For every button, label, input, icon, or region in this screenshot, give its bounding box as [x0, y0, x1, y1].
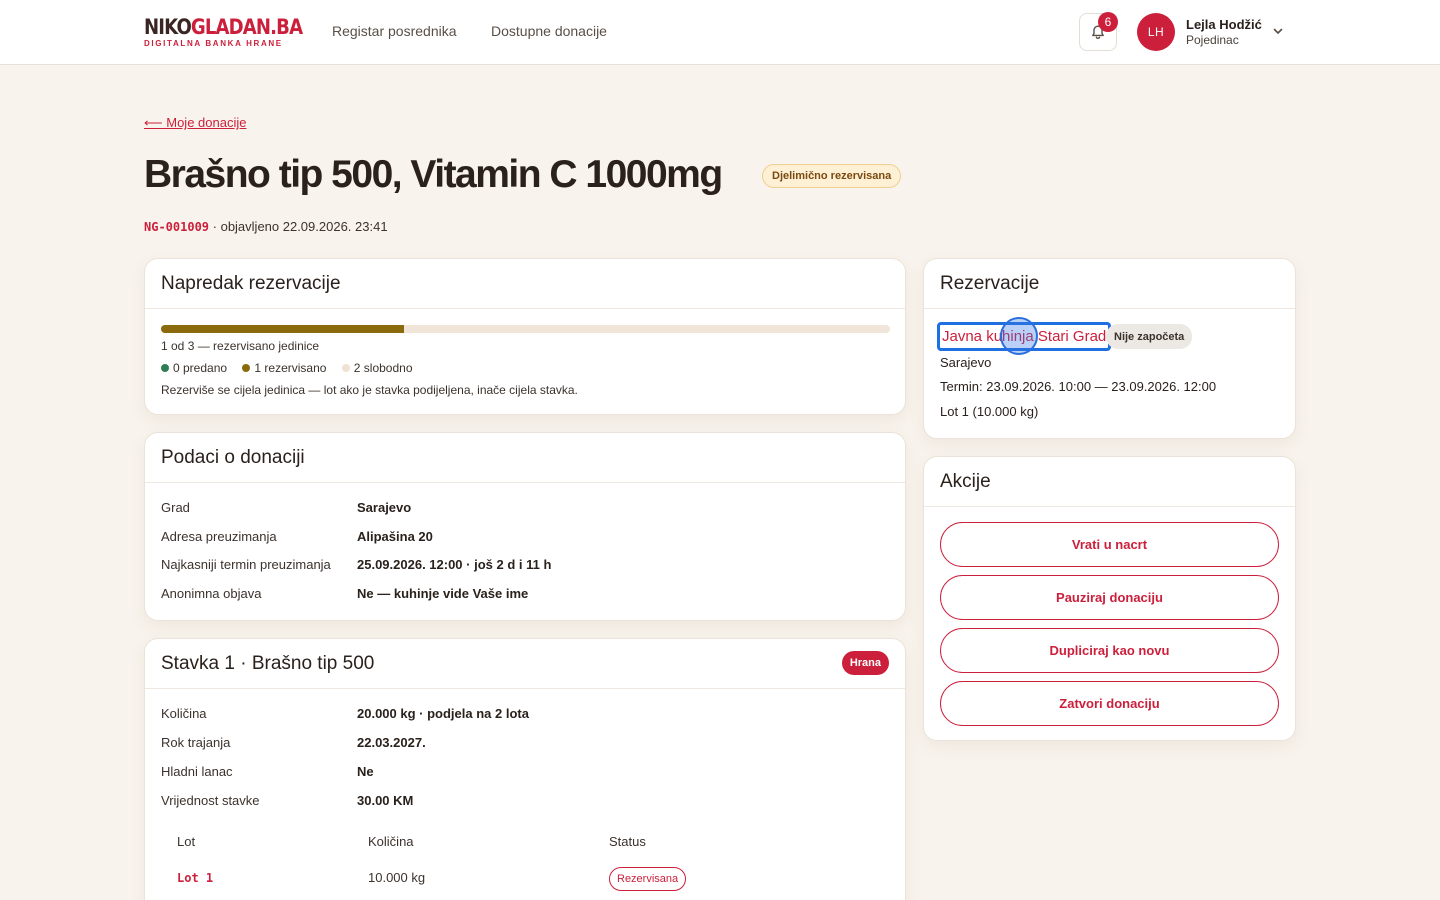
- actions-heading: Akcije: [924, 457, 1295, 507]
- chevron-down-icon[interactable]: [1272, 25, 1284, 37]
- detail-label: Anonimna objava: [161, 586, 262, 601]
- lot-status-badge: Rezervisana: [609, 867, 687, 891]
- donation-code: NG-001009: [144, 220, 210, 234]
- lot-quantity: 10.000 kg: [368, 870, 426, 885]
- legend-item: 1 rezervisano: [242, 361, 326, 375]
- reservation-progress-bar: [161, 325, 890, 333]
- actions-card: Akcije Vrati u nacrt Pauziraj donaciju D…: [923, 456, 1296, 741]
- back-link[interactable]: ⟵ Moje donacije: [144, 115, 246, 131]
- reservation-city: Sarajevo: [940, 355, 992, 370]
- detail-label: Najkasniji termin preuzimanja: [161, 557, 331, 572]
- reservation-progress-fill: [161, 325, 404, 333]
- logo[interactable]: NIKOGLADAN.BA DIGITALNA BANKA HRANE: [144, 15, 328, 49]
- category-badge: Hrana: [841, 651, 889, 675]
- legend-item: 2 slobodno: [341, 361, 413, 375]
- detail-value: Sarajevo: [357, 500, 412, 515]
- detail-label: Adresa preuzimanja: [161, 529, 277, 544]
- progress-legend: 0 predano 1 rezervisano 2 slobodno: [161, 361, 413, 375]
- detail-value: Alipašina 20: [357, 529, 433, 544]
- item-label: Hladni lanac: [161, 764, 233, 779]
- item-value: 22.03.2027.: [357, 735, 426, 750]
- reservation-state-badge: Nije započeta: [1106, 324, 1193, 349]
- donation-meta: NG-001009 · objavljeno 22.09.2026. 23:41: [144, 219, 388, 234]
- item-card: Stavka 1 · Brašno tip 500 Hrana Količina…: [144, 638, 906, 900]
- item-value: Ne: [357, 764, 374, 779]
- item-heading: Stavka 1 · Brašno tip 500: [145, 639, 905, 689]
- item-label: Vrijednost stavke: [161, 793, 260, 808]
- lot-code: Lot 1: [177, 871, 214, 885]
- user-role: Pojedinac: [1186, 33, 1239, 47]
- published-date: · objavljeno 22.09.2026. 23:41: [209, 219, 388, 234]
- progress-heading: Napredak rezervacije: [145, 259, 905, 309]
- progress-card: Napredak rezervacije 1 od 3 — rezervisan…: [144, 258, 906, 415]
- donation-details-card: Podaci o donaciji Grad Sarajevo Adresa p…: [144, 432, 906, 621]
- progress-note: Rezerviše se cijela jedinica — lot ako j…: [161, 383, 578, 397]
- close-donation-button[interactable]: Zatvori donaciju: [940, 681, 1279, 726]
- legend-item: 0 predano: [161, 361, 227, 375]
- quantity-column-header: Količina: [368, 834, 414, 849]
- duplicate-donation-button[interactable]: Dupliciraj kao novu: [940, 628, 1279, 673]
- legend-dot-slobodno: [341, 364, 350, 372]
- status-badge: Djelimično rezervisana: [762, 164, 902, 188]
- item-value: 30.00 KM: [357, 793, 414, 808]
- avatar[interactable]: LH: [1137, 13, 1175, 51]
- logo-tagline: DIGITALNA BANKA HRANE: [144, 39, 283, 48]
- pause-donation-button[interactable]: Pauziraj donaciju: [940, 575, 1279, 620]
- reservations-heading: Rezervacije: [924, 259, 1295, 309]
- reservations-card: Rezervacije Javna kuhinja Stari Grad Nij…: [923, 258, 1296, 439]
- legend-dot-predano: [161, 364, 169, 372]
- lot-column-header: Lot: [177, 834, 196, 849]
- reservation-lot: Lot 1 (10.000 kg): [940, 404, 1039, 419]
- reservation-slot: Termin: 23.09.2026. 10:00 — 23.09.2026. …: [940, 379, 1217, 394]
- logo-wordmark: NIKOGLADAN.BA: [144, 15, 303, 39]
- cursor-indicator: [1000, 317, 1038, 355]
- detail-value: 25.09.2026. 12:00 · još 2 d i 11 h: [357, 557, 552, 572]
- detail-label: Grad: [161, 500, 190, 515]
- item-label: Količina: [161, 706, 207, 721]
- item-value: 20.000 kg · podjela na 2 lota: [357, 706, 529, 721]
- donation-details-heading: Podaci o donaciji: [145, 433, 905, 483]
- top-bar: NIKOGLADAN.BA DIGITALNA BANKA HRANE Regi…: [0, 0, 1440, 65]
- notification-count-badge: 6: [1098, 12, 1118, 32]
- nav-dostupne-donacije[interactable]: Dostupne donacije: [491, 23, 607, 39]
- legend-dot-rezervisano: [242, 364, 251, 372]
- detail-value: Ne — kuhinje vide Vaše ime: [357, 586, 529, 601]
- status-column-header: Status: [609, 834, 646, 849]
- item-label: Rok trajanja: [161, 735, 231, 750]
- page-title: Brašno tip 500, Vitamin C 1000mg: [144, 153, 723, 196]
- progress-summary: 1 od 3 — rezervisano jedinice: [161, 339, 320, 353]
- nav-registar-posrednika[interactable]: Registar posrednika: [332, 23, 457, 39]
- revert-to-draft-button[interactable]: Vrati u nacrt: [940, 522, 1279, 567]
- user-name[interactable]: Lejla Hodžić: [1186, 17, 1262, 32]
